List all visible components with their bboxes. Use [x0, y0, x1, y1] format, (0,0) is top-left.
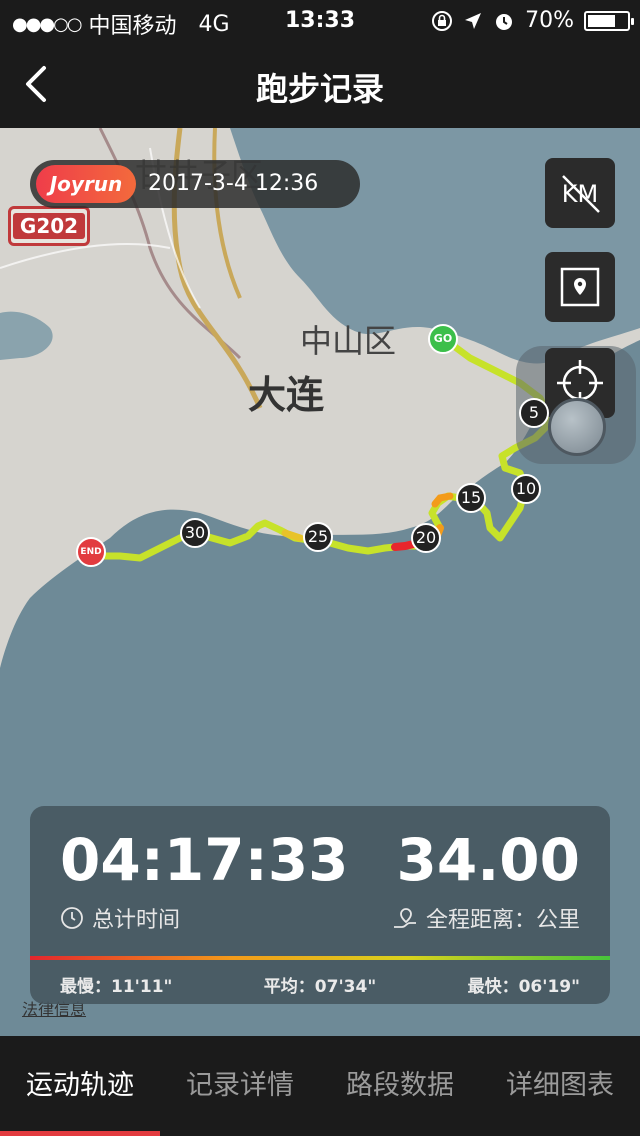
map-label-zhongshan: 中山区	[300, 322, 397, 360]
record-datetime: 2017-3-4 12:36	[148, 171, 319, 196]
km-hide-icon: KM	[562, 175, 600, 213]
total-time-label: 总计时间	[92, 908, 181, 933]
distance-label: 全程距离：公里	[425, 908, 580, 933]
nav-bar: 跑步记录	[0, 40, 640, 128]
battery-icon	[584, 10, 634, 31]
stats-panel: 04:17:33 34.00 总计时间 全程距离：公里 最慢：11'11" 平均…	[30, 806, 610, 1004]
page-title: 跑步记录	[255, 70, 384, 108]
distance-caption: 全程距离：公里	[392, 902, 580, 934]
total-time-value: 04:17:33	[60, 826, 349, 894]
road-sign-label: G202	[13, 213, 85, 239]
record-header-chip: Joyrun 2017-3-4 12:36	[30, 160, 360, 208]
km-marker-30[interactable]: 30	[180, 518, 210, 548]
map-pin-icon	[560, 267, 600, 307]
km-marker-5[interactable]: 5	[519, 398, 549, 428]
joystick-knob[interactable]	[548, 398, 606, 456]
km-marker-25[interactable]: 25	[303, 522, 333, 552]
tab-segment-data[interactable]: 路段数据	[320, 1036, 480, 1136]
alarm-icon	[496, 13, 513, 30]
pace-summary: 最慢：11'11" 平均：07'34" 最快：06'19"	[60, 972, 580, 997]
pace-gradient-bar	[30, 956, 610, 960]
tab-record-details[interactable]: 记录详情	[160, 1036, 320, 1136]
clock-icon	[61, 907, 83, 929]
rotation-lock-icon	[432, 10, 453, 31]
pace-fastest: 最快：06'19"	[467, 977, 580, 997]
route-start-marker[interactable]: GO	[428, 324, 458, 354]
distance-value: 34.00	[396, 826, 580, 894]
km-marker-15[interactable]: 15	[456, 483, 486, 513]
km-toggle-button[interactable]: KM	[545, 158, 615, 228]
km-marker-20[interactable]: 20	[411, 523, 441, 553]
tab-track[interactable]: 运动轨迹	[0, 1036, 160, 1136]
pace-slowest: 最慢：11'11"	[60, 977, 173, 997]
km-marker-10[interactable]: 10	[511, 474, 541, 504]
total-time-caption: 总计时间	[60, 902, 180, 934]
route-end-marker[interactable]: END	[76, 537, 106, 567]
location-arrow-icon	[465, 12, 482, 29]
map-label-dalian: 大连	[248, 373, 325, 417]
pace-average: 平均：07'34"	[263, 977, 377, 997]
bottom-tab-bar: 运动轨迹 记录详情 路段数据 详细图表	[0, 1036, 640, 1136]
joyrun-logo: Joyrun	[36, 165, 136, 203]
road-sign-g202: G202	[8, 206, 90, 246]
map-type-button[interactable]	[545, 252, 615, 322]
status-bar: ●●●○○ 中国移动 4G 13:33 70%	[0, 0, 640, 40]
battery-percent: 70%	[525, 8, 574, 33]
route-distance-icon	[393, 908, 416, 928]
tab-detailed-charts[interactable]: 详细图表	[480, 1036, 640, 1136]
